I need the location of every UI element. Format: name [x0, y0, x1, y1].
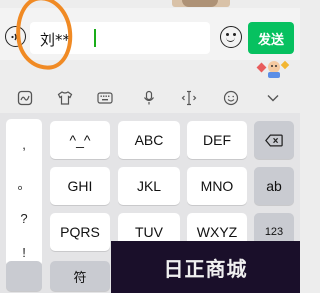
chevron-down-icon[interactable] [264, 89, 282, 107]
key-emoticon[interactable]: ^_^ [50, 121, 110, 159]
backspace-icon [265, 133, 283, 147]
keyboard-icon[interactable] [96, 89, 114, 107]
text-caret [94, 29, 96, 47]
punctuation-column[interactable]: , 。 ? ! [6, 119, 42, 267]
punct-period[interactable]: 。 [6, 174, 42, 193]
key-blank-left[interactable] [6, 261, 42, 291]
watermark-logo: 日正商城 [111, 241, 300, 293]
emoji-button-icon[interactable] [220, 26, 242, 48]
chat-photo-thumbnail[interactable] [172, 0, 230, 7]
punct-question[interactable]: ? [6, 211, 42, 226]
shirt-icon[interactable] [56, 89, 74, 107]
punct-exclaim[interactable]: ! [6, 245, 42, 260]
key-pqrs[interactable]: PQRS [50, 213, 110, 251]
chat-input-screen: 刘** 发送 , 。 ? ! ^_^ ABC DEF GHI JKL MNO a… [0, 0, 300, 293]
key-jkl[interactable]: JKL [118, 167, 180, 205]
key-ghi[interactable]: GHI [50, 167, 110, 205]
emoji-mouth [226, 37, 235, 42]
punct-comma[interactable]: , [6, 137, 42, 152]
send-button[interactable]: 发送 [248, 22, 294, 54]
key-abc[interactable]: ABC [118, 121, 180, 159]
backspace-key[interactable] [254, 121, 294, 159]
microphone-icon[interactable] [140, 89, 158, 107]
sticker-suggestion-icon[interactable] [256, 58, 292, 80]
emoji-icon[interactable] [222, 89, 240, 107]
watermark-text: 日正商城 [163, 256, 248, 281]
keyboard-toolbar [0, 84, 300, 112]
handwriting-icon[interactable] [16, 89, 34, 107]
key-mno[interactable]: MNO [187, 167, 247, 205]
key-ab[interactable]: ab [254, 167, 294, 205]
key-def[interactable]: DEF [187, 121, 247, 159]
cursor-icon[interactable] [180, 89, 198, 107]
key-symbols[interactable]: 符 [50, 261, 110, 291]
